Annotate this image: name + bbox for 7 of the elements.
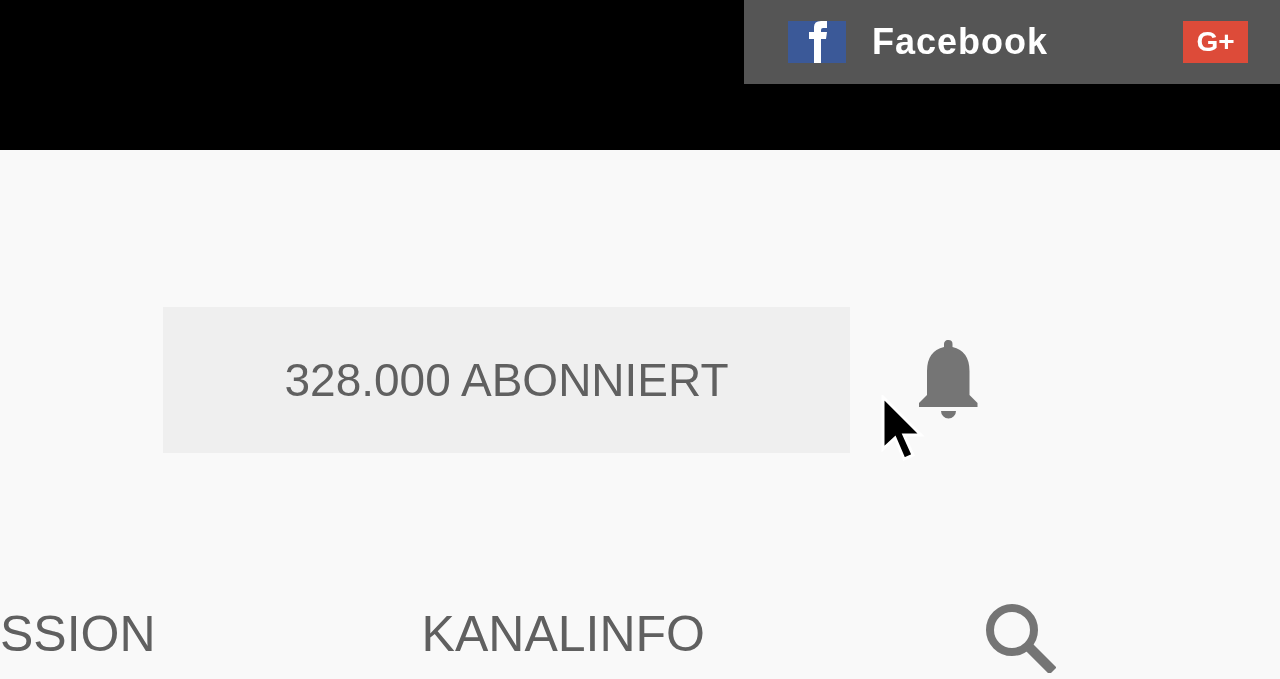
facebook-icon[interactable] xyxy=(788,21,846,63)
channel-tab[interactable]: SSION xyxy=(0,605,156,671)
search-icon[interactable] xyxy=(984,603,1056,673)
facebook-link[interactable]: Facebook xyxy=(872,21,1049,63)
google-plus-button[interactable]: G+ xyxy=(1183,21,1248,63)
subscribe-button[interactable]: 328.000 ABONNIERT xyxy=(163,307,850,453)
channel-tab[interactable]: KANALINFO xyxy=(421,605,705,671)
